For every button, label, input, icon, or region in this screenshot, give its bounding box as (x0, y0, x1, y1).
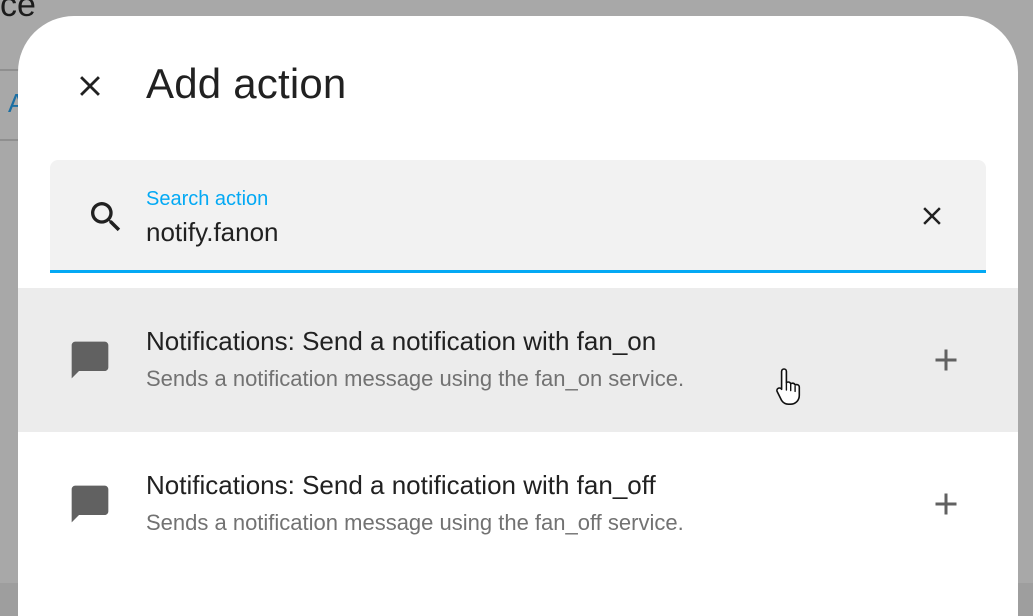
message-icon (71, 485, 109, 523)
add-button[interactable] (922, 480, 970, 528)
message-icon (71, 341, 109, 379)
add-action-dialog: Add action Search action Notifications: … (18, 16, 1018, 616)
search-label: Search action (146, 188, 269, 210)
list-item-subtitle: Sends a notification message using the f… (146, 366, 685, 391)
search-input[interactable] (146, 214, 846, 250)
dialog-header: Add action (18, 16, 1018, 156)
plus-icon (935, 349, 957, 371)
result-list: Notifications: Send a notification with … (18, 288, 1018, 576)
clear-search-button[interactable] (910, 194, 954, 238)
dialog-title: Add action (146, 60, 347, 107)
close-icon (80, 76, 100, 96)
list-item-title: Notifications: Send a notification with … (146, 470, 656, 500)
plus-icon (935, 493, 957, 515)
close-icon (923, 207, 941, 225)
list-item[interactable]: Notifications: Send a notification with … (18, 288, 1018, 432)
close-dialog-button[interactable] (62, 58, 118, 114)
list-item-title: Notifications: Send a notification with … (146, 326, 657, 356)
search-field[interactable]: Search action (50, 160, 986, 273)
list-item[interactable]: Notifications: Send a notification with … (18, 432, 1018, 576)
search-icon (91, 202, 121, 232)
add-button[interactable] (922, 336, 970, 384)
list-item-subtitle: Sends a notification message using the f… (146, 510, 684, 535)
